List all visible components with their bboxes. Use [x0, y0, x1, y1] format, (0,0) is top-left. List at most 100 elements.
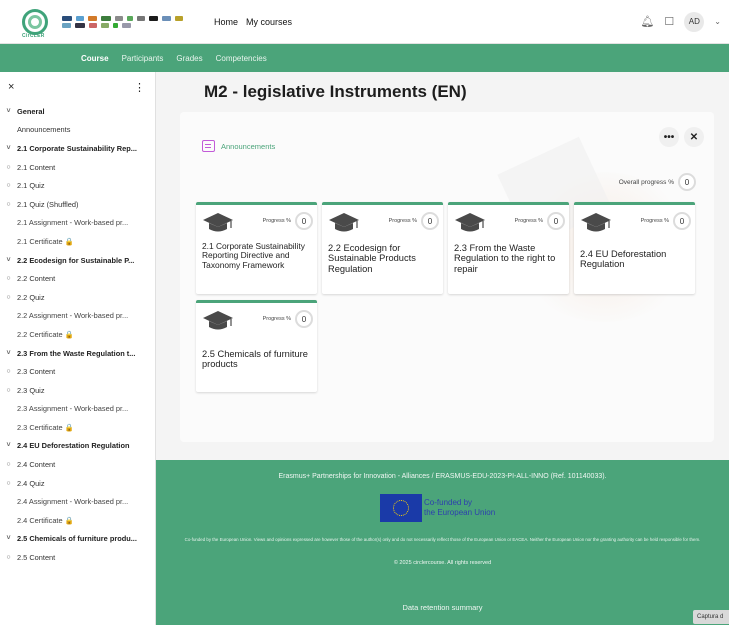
graduation-cap-icon [580, 212, 612, 234]
course-activity-item[interactable]: ○ 2.4 Quiz [0, 474, 155, 493]
page-title: M2 - legislative Instruments (EN) [204, 82, 467, 101]
section-card[interactable]: Progress % 0 2.2 Ecodesign for Sustainable… [322, 202, 443, 294]
tab-grades[interactable]: Grades [176, 54, 202, 63]
course-item-label: Announcements [17, 125, 71, 135]
progress-label: Progress % [388, 218, 417, 224]
avatar[interactable]: AD [684, 11, 705, 32]
course-activity-item[interactable]: ○ 2.1 Quiz [0, 176, 155, 195]
chat-icon[interactable]: ☐ [664, 15, 674, 28]
section-card-title: 2.4 EU Deforestation Regulation [580, 249, 667, 270]
capture-tab[interactable]: Captura d [693, 610, 729, 624]
primary-navigation: Home My courses [214, 17, 292, 27]
course-section-item[interactable]: ˅ 2.3 From the Waste Regulation t... [0, 344, 155, 363]
close-drawer-icon[interactable]: × [8, 81, 14, 93]
completion-circle-icon: ○ [6, 461, 11, 469]
course-activity-item[interactable]: ○ 2.3 Quiz [0, 381, 155, 400]
drawer-more-icon[interactable]: ⋮ [134, 81, 145, 94]
course-activity-item[interactable]: ○ 2.2 Content [0, 269, 155, 288]
course-activity-item[interactable]: 2.4 Assignment - Work-based pr... [0, 492, 155, 511]
course-activity-item[interactable]: ○ 2.1 Quiz (Shuffled) [0, 195, 155, 214]
completion-circle-icon: ○ [6, 182, 11, 190]
footer-copyright: © 2025 circlercourse. All rights reserve… [393, 560, 492, 566]
chevron-down-icon: ˅ [6, 107, 11, 115]
partner-logos [62, 15, 192, 28]
tab-participants[interactable]: Participants [122, 54, 164, 63]
progress-label: Progress % [640, 218, 669, 224]
course-item-label: 2.2 Assignment - Work-based pr... [17, 311, 129, 321]
close-button[interactable]: ✕ [684, 127, 704, 147]
forum-icon [202, 140, 215, 152]
course-secondary-nav: Course Participants Grades Competencies [0, 44, 729, 72]
completion-circle-icon: ○ [6, 386, 11, 394]
course-item-label: 2.4 Content [17, 460, 56, 470]
course-activity-item[interactable]: Announcements [0, 121, 155, 140]
top-navbar: CirCLER Home My courses 🔔︎ ☐ AD ⌄ [0, 0, 729, 44]
course-activity-item[interactable]: 2.3 Certificate 🔒 [0, 418, 155, 437]
bell-icon[interactable]: 🔔︎ [640, 15, 654, 28]
section-progress: Progress % 0 [263, 212, 313, 230]
chevron-down-icon: ˅ [6, 535, 11, 543]
course-activity-item[interactable]: 2.2 Certificate 🔒 [0, 325, 155, 344]
data-retention-link[interactable]: Data retention summary [156, 603, 729, 612]
footer-disclaimer: Co-funded by the European Union. Views a… [184, 537, 701, 542]
announcements-label: Announcements [221, 141, 276, 151]
more-options-button[interactable]: ••• [659, 127, 679, 147]
progress-ring: 0 [421, 212, 439, 230]
course-section-item[interactable]: ˅ 2.2 Ecodesign for Sustainable P... [0, 251, 155, 270]
course-item-label: General [17, 106, 45, 116]
course-section-item[interactable]: ˅ 2.4 EU Deforestation Regulation [0, 437, 155, 456]
completion-circle-icon: ○ [6, 293, 11, 301]
section-card[interactable]: Progress % 0 2.4 EU Deforestation Regulati… [574, 202, 695, 294]
course-item-label: 2.2 Certificate 🔒 [17, 329, 74, 339]
course-activity-item[interactable]: ○ 2.3 Content [0, 362, 155, 381]
section-card[interactable]: Progress % 0 2.3 From the Waste Regulation… [448, 202, 569, 294]
circler-logo[interactable] [22, 8, 48, 35]
course-index-drawer: × ⋮ ˅ General Announcements ˅ 2.1 Corporate … [0, 72, 156, 625]
section-progress: Progress % 0 [263, 310, 313, 328]
course-format-panel: ••• ✕ Announcements Overall progress % 0… [180, 112, 714, 442]
eu-flag-icon [380, 494, 422, 522]
course-activity-item[interactable]: 2.2 Assignment - Work-based pr... [0, 307, 155, 326]
eu-cofunded-label: Co-funded by the European Union [424, 498, 496, 518]
chevron-down-icon: ˅ [6, 144, 11, 152]
nav-home[interactable]: Home [214, 17, 238, 27]
course-activity-item[interactable]: 2.1 Certificate 🔒 [0, 232, 155, 251]
progress-ring: 0 [673, 212, 691, 230]
chevron-down-icon: ˅ [6, 442, 11, 450]
section-card[interactable]: Progress % 0 2.1 Corporate Sustainability … [196, 202, 317, 294]
course-item-label: 2.5 Content [17, 553, 56, 563]
chevron-down-icon: ˅ [6, 349, 11, 357]
course-item-label: 2.3 Quiz [17, 385, 45, 395]
section-progress: Progress % 0 [389, 212, 439, 230]
course-activity-item[interactable]: 2.1 Assignment - Work-based pr... [0, 214, 155, 233]
completion-circle-icon: ○ [6, 368, 11, 376]
course-activity-item[interactable]: ○ 2.2 Quiz [0, 288, 155, 307]
tab-competencies[interactable]: Competencies [216, 54, 267, 63]
course-item-label: 2.3 Certificate 🔒 [17, 422, 74, 432]
course-activity-item[interactable]: 2.3 Assignment - Work-based pr... [0, 400, 155, 419]
course-section-item[interactable]: ˅ 2.1 Corporate Sustainability Rep... [0, 139, 155, 158]
course-section-item[interactable]: ˅ 2.5 Chemicals of furniture produ... [0, 530, 155, 549]
course-activity-item[interactable]: ○ 2.1 Content [0, 158, 155, 177]
course-item-label: 2.2 Ecodesign for Sustainable P... [17, 255, 135, 265]
chevron-down-icon[interactable]: ⌄ [714, 17, 721, 26]
course-item-label: 2.1 Assignment - Work-based pr... [17, 218, 129, 228]
course-activity-item[interactable]: ○ 2.5 Content [0, 548, 155, 567]
chevron-down-icon: ˅ [6, 256, 11, 264]
progress-label: Progress % [262, 218, 291, 224]
completion-circle-icon: ○ [6, 163, 11, 171]
course-activity-item[interactable]: 2.4 Certificate 🔒 [0, 511, 155, 530]
graduation-cap-icon [328, 212, 360, 234]
progress-label: Progress % [262, 316, 291, 322]
section-card-title: 2.2 Ecodesign for Sustainable Products R… [328, 243, 416, 274]
course-section-item[interactable]: ˅ General [0, 102, 155, 121]
course-item-label: 2.3 Content [17, 367, 56, 377]
tab-course[interactable]: Course [81, 54, 109, 63]
announcements-link[interactable]: Announcements [202, 140, 275, 152]
section-card[interactable]: Progress % 0 2.5 Chemicals of furniture pr… [196, 300, 317, 392]
course-item-label: 2.1 Corporate Sustainability Rep... [17, 143, 137, 153]
section-progress: Progress % 0 [515, 212, 565, 230]
section-card-title: 2.1 Corporate Sustainability Reporting D… [202, 241, 305, 270]
nav-my-courses[interactable]: My courses [246, 17, 292, 27]
course-activity-item[interactable]: ○ 2.4 Content [0, 455, 155, 474]
